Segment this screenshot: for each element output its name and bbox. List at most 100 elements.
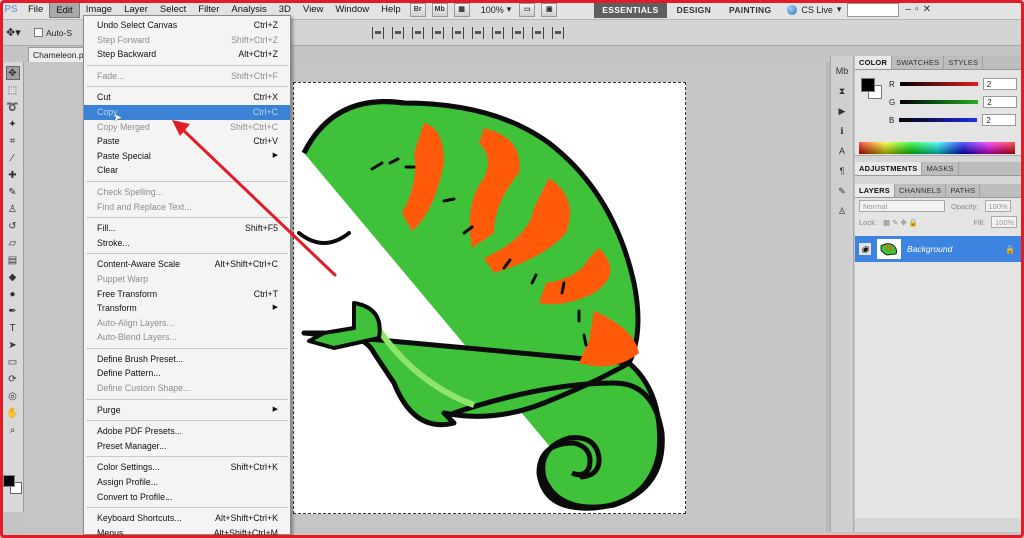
3d-orbit-icon[interactable]: ◎ <box>6 389 20 403</box>
color-panel-tab-color[interactable]: COLOR <box>855 56 893 69</box>
menu-item-keyboard-shortcuts[interactable]: Keyboard Shortcuts... Alt+Shift+Ctrl+K <box>84 511 290 526</box>
move-tool-icon[interactable]: ✥▾ <box>6 26 28 39</box>
menu-item-define-brush-preset[interactable]: Define Brush Preset... <box>84 352 290 367</box>
arrange-documents-icon[interactable]: ▭ <box>519 2 536 17</box>
menu-file[interactable]: File <box>22 2 49 18</box>
gradient-tool-icon[interactable]: ▤ <box>6 253 20 267</box>
menu-item-check-spelling[interactable]: Check Spelling... <box>84 185 290 200</box>
distribute-icon[interactable] <box>532 26 544 39</box>
minibridge-button[interactable]: Mb <box>431 2 448 17</box>
menu-item-fill[interactable]: Fill... Shift+F5 <box>84 221 290 236</box>
menu-item-find-and-replace-text[interactable]: Find and Replace Text... <box>84 200 290 215</box>
channel-slider[interactable] <box>900 100 979 104</box>
menu-window[interactable]: Window <box>329 2 375 18</box>
layer-row-background[interactable]: ◉ Background 🔒 <box>855 236 1021 262</box>
crop-tool-icon[interactable]: ⌗ <box>6 134 20 148</box>
menu-item-auto-blend-layers[interactable]: Auto-Blend Layers... <box>84 330 290 345</box>
eyedropper-icon[interactable]: ⁄ <box>6 151 20 165</box>
color-panel-tab-swatches[interactable]: SWATCHES <box>892 56 945 69</box>
clone-stamp-icon[interactable]: ♙ <box>6 202 20 216</box>
menu-item-fade[interactable]: Fade... Shift+Ctrl+F <box>84 69 290 84</box>
menu-item-define-pattern[interactable]: Define Pattern... <box>84 366 290 381</box>
path-selection-icon[interactable]: ➤ <box>6 338 20 352</box>
menu-item-puppet-warp[interactable]: Puppet Warp <box>84 272 290 287</box>
menu-item-undo-select-canvas[interactable]: Undo Select Canvas Ctrl+Z <box>84 18 290 33</box>
lasso-tool-icon[interactable]: ➰ <box>6 100 20 114</box>
color-spectrum-bar[interactable] <box>859 142 1015 154</box>
layers-panel-tab-channels[interactable]: CHANNELS <box>895 184 947 197</box>
menu-view[interactable]: View <box>297 2 329 18</box>
align-icon[interactable] <box>372 26 384 39</box>
shape-tool-icon[interactable]: ▭ <box>6 355 20 369</box>
channel-value-field[interactable]: 2 <box>983 96 1018 108</box>
maximize-icon[interactable]: ▫ <box>915 4 919 15</box>
menu-item-define-custom-shape[interactable]: Define Custom Shape... <box>84 381 290 396</box>
bridge-button[interactable]: Br <box>409 2 426 17</box>
menu-item-free-transform[interactable]: Free Transform Ctrl+T <box>84 287 290 302</box>
brush-tool-icon[interactable]: ✎ <box>6 185 20 199</box>
channel-slider[interactable] <box>899 82 978 86</box>
distribute-icon[interactable] <box>552 26 564 39</box>
blur-tool-icon[interactable]: ◆ <box>6 270 20 284</box>
menu-item-stroke[interactable]: Stroke... <box>84 236 290 251</box>
menu-item-step-forward[interactable]: Step Forward Shift+Ctrl+Z <box>84 33 290 48</box>
type-tool-icon[interactable]: T <box>6 321 20 335</box>
clone-source-icon[interactable]: ♙ <box>835 204 849 218</box>
align-icon[interactable] <box>412 26 424 39</box>
menu-item-clear[interactable]: Clear <box>84 163 290 178</box>
channel-value-field[interactable]: 2 <box>982 78 1017 90</box>
hand-tool-icon[interactable]: ✋ <box>6 406 20 420</box>
character-icon[interactable]: A <box>835 144 849 158</box>
healing-brush-icon[interactable]: ✚ <box>6 168 20 182</box>
history-icon[interactable]: ⧗ <box>835 84 849 98</box>
channel-slider[interactable] <box>899 118 978 122</box>
minimize-icon[interactable]: – <box>905 4 911 15</box>
align-icon[interactable] <box>392 26 404 39</box>
zoom-level-dropdown[interactable]: 100% ▾ <box>481 4 512 15</box>
menu-help[interactable]: Help <box>375 2 407 18</box>
menu-item-paste-special[interactable]: Paste Special ▶ <box>84 149 290 164</box>
menu-item-step-backward[interactable]: Step Backward Alt+Ctrl+Z <box>84 47 290 62</box>
adjustments-panel-tab-masks[interactable]: MASKS <box>922 162 959 175</box>
align-icon[interactable] <box>432 26 444 39</box>
menu-item-purge[interactable]: Purge ▶ <box>84 403 290 418</box>
zoom-tool-icon[interactable]: ⌕ <box>6 423 20 437</box>
menu-item-transform[interactable]: Transform ▶ <box>84 301 290 316</box>
distribute-icon[interactable] <box>492 26 504 39</box>
lock-icons[interactable]: ▦ ✎ ✥ 🔒 <box>883 218 918 227</box>
align-icon[interactable] <box>472 26 484 39</box>
marquee-tool-icon[interactable]: ⬚ <box>6 83 20 97</box>
workspace-design[interactable]: DESIGN <box>669 2 719 18</box>
foreground-color-swatch[interactable] <box>3 475 15 487</box>
menu-item-auto-align-layers[interactable]: Auto-Align Layers... <box>84 316 290 331</box>
actions-icon[interactable]: ▶ <box>835 104 849 118</box>
align-icon[interactable] <box>452 26 464 39</box>
layers-panel-tab-paths[interactable]: PATHS <box>946 184 981 197</box>
blend-mode-select[interactable]: Normal <box>859 200 945 212</box>
document-tab[interactable]: Chameleon.p <box>28 47 88 62</box>
guides-icon[interactable]: ▦ <box>453 2 470 17</box>
menu-item-cut[interactable]: Cut Ctrl+X <box>84 90 290 105</box>
workspace-painting[interactable]: PAINTING <box>721 2 779 18</box>
brushes-icon[interactable]: ✎ <box>835 184 849 198</box>
channel-value-field[interactable]: 2 <box>982 114 1017 126</box>
layers-panel-tab-layers[interactable]: LAYERS <box>855 184 895 197</box>
canvas[interactable] <box>293 82 686 514</box>
paragraph-icon[interactable]: ¶ <box>835 164 849 178</box>
cs-live-button[interactable]: CS Live ▾ <box>787 4 841 15</box>
auto-select-checkbox[interactable]: Auto-S <box>34 28 72 38</box>
menu-item-assign-profile[interactable]: Assign Profile... <box>84 475 290 490</box>
history-brush-icon[interactable]: ↺ <box>6 219 20 233</box>
3d-rotate-icon[interactable]: ⟳ <box>6 372 20 386</box>
color-panel-tab-styles[interactable]: STYLES <box>944 56 984 69</box>
help-search-input[interactable] <box>847 2 900 17</box>
move-tool-icon[interactable]: ✥ <box>5 66 20 80</box>
info-icon[interactable]: ℹ <box>835 124 849 138</box>
opacity-field[interactable]: 100% <box>984 200 1011 212</box>
eraser-icon[interactable]: ▱ <box>6 236 20 250</box>
workspace-essentials[interactable]: ESSENTIALS <box>594 1 667 18</box>
menu-item-paste[interactable]: Paste Ctrl+V <box>84 134 290 149</box>
menu-item-preset-manager[interactable]: Preset Manager... <box>84 439 290 454</box>
menu-item-content-aware-scale[interactable]: Content-Aware Scale Alt+Shift+Ctrl+C <box>84 257 290 272</box>
menu-item-convert-to-profile[interactable]: Convert to Profile... <box>84 490 290 505</box>
